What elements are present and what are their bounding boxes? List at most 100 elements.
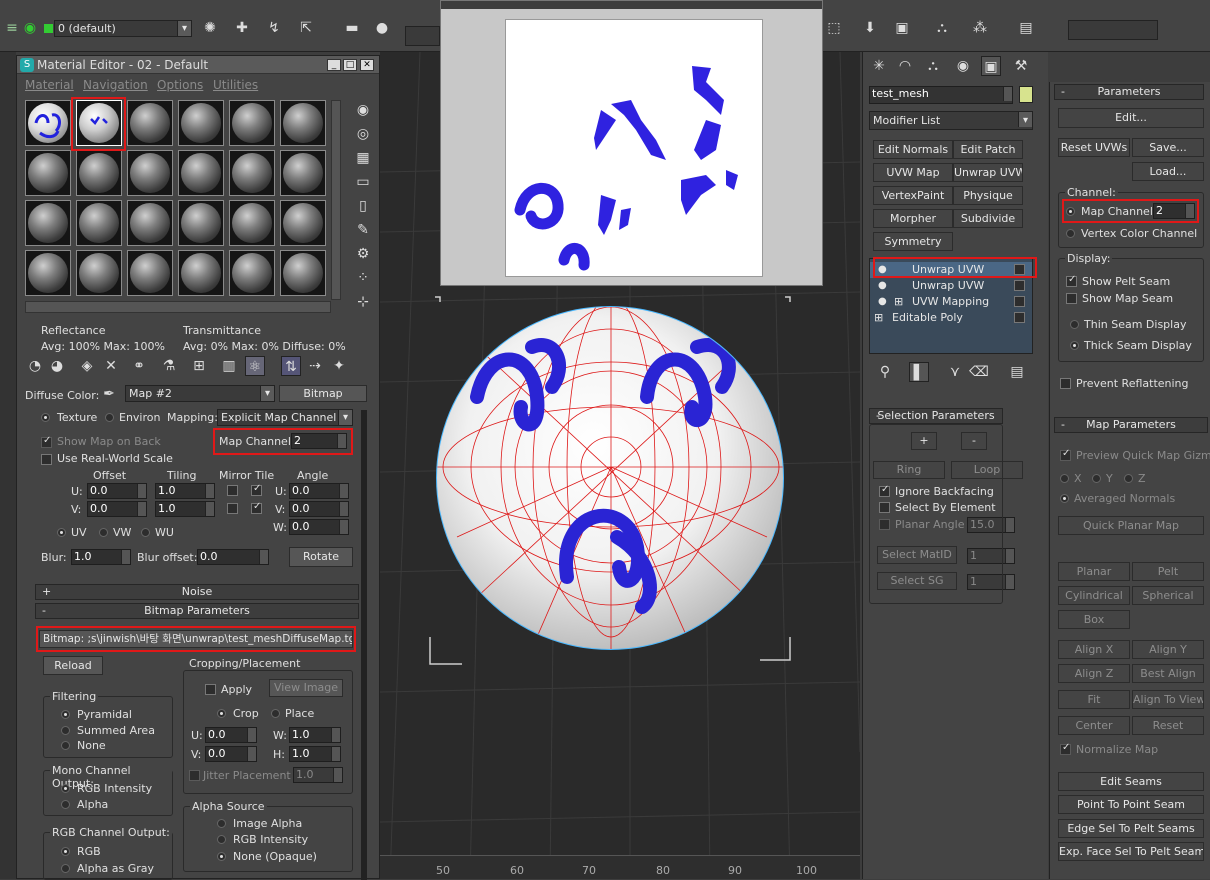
toolbar-slot[interactable] — [405, 26, 440, 46]
v-mirror-checkbox[interactable] — [227, 503, 238, 514]
bulb-icon[interactable]: ● — [878, 262, 887, 277]
options-icon[interactable]: ⚙ — [353, 244, 373, 264]
material-navigator-icon[interactable]: ⊹ — [353, 292, 373, 312]
crop-h-spinner[interactable]: 1.0 — [289, 746, 341, 762]
filter-none-radio[interactable] — [61, 741, 70, 750]
parameters-header[interactable]: - Parameters — [1054, 84, 1204, 100]
pick-material-icon[interactable]: ✦ — [329, 356, 349, 376]
u-mirror-checkbox[interactable] — [227, 485, 238, 496]
physique-button[interactable]: Physique — [953, 186, 1023, 205]
sample-slot[interactable] — [127, 100, 173, 146]
sample-slot[interactable] — [280, 250, 326, 296]
menu-utilities[interactable]: Utilities — [213, 78, 258, 92]
u-angle-spinner[interactable]: 0.0 — [289, 483, 349, 499]
sample-slot[interactable] — [127, 250, 173, 296]
v-tiling-spinner[interactable]: 1.0 — [155, 501, 215, 517]
stack-item-checkbox[interactable] — [1014, 280, 1025, 291]
align-z-button[interactable]: Align Z — [1058, 664, 1130, 683]
unwrap-map-channel-spinner[interactable]: 2 — [1153, 203, 1195, 219]
assign-material-icon[interactable]: ◈ — [77, 356, 97, 376]
show-end-result-stack-icon[interactable]: ▌ — [909, 362, 929, 382]
layer-manager-icon[interactable]: ✺ — [200, 18, 220, 38]
expand-icon[interactable]: ⊞ — [894, 294, 903, 309]
toolbar-slot-right[interactable] — [1068, 20, 1158, 40]
normalize-map-checkbox[interactable] — [1060, 742, 1071, 755]
rotate-icon[interactable]: ↯ — [264, 18, 284, 38]
maximize-button[interactable]: □ — [343, 59, 357, 71]
wu-radio[interactable] — [141, 528, 150, 537]
sample-slot[interactable] — [280, 100, 326, 146]
mapping-dropdown[interactable]: Explicit Map Channel — [217, 409, 353, 426]
crop-w-spinner[interactable]: 1.0 — [289, 727, 341, 743]
alpha-rgb-intensity-radio[interactable] — [217, 835, 226, 844]
w-angle-spinner[interactable]: 0.0 — [289, 519, 349, 535]
sample-slot[interactable] — [229, 250, 275, 296]
jitter-spinner[interactable]: 1.0 — [293, 767, 343, 783]
environ-radio[interactable] — [105, 413, 114, 422]
averaged-normals-radio[interactable] — [1060, 494, 1069, 503]
make-unique-icon[interactable]: ⚭ — [129, 356, 149, 376]
crop-v-spinner[interactable]: 0.0 — [205, 746, 257, 762]
preview-gizmo-checkbox[interactable] — [1060, 448, 1071, 461]
reload-button[interactable]: Reload — [43, 656, 103, 675]
stack-item-checkbox[interactable] — [1014, 264, 1025, 275]
map-channel-radio[interactable] — [1066, 207, 1075, 216]
align-y-button[interactable]: Align Y — [1132, 640, 1204, 659]
map-params-header[interactable]: - Map Parameters — [1054, 417, 1208, 433]
bitmap-rollout-header[interactable]: - Bitmap Parameters — [35, 603, 359, 619]
display-tab-icon[interactable]: ▣ — [981, 56, 1001, 76]
point-to-point-seam-button[interactable]: Point To Point Seam — [1058, 795, 1204, 814]
align-to-view-button[interactable]: Align To View — [1132, 690, 1204, 709]
layer-dropdown[interactable]: 0 (default) — [54, 20, 192, 37]
u-tiling-spinner[interactable]: 1.0 — [155, 483, 215, 499]
sample-slot[interactable] — [25, 250, 71, 296]
background-icon[interactable]: ▦ — [353, 148, 373, 168]
mono-alpha-radio[interactable] — [61, 800, 70, 809]
uv-radio[interactable] — [57, 528, 66, 537]
reset-map-button[interactable]: Reset — [1132, 716, 1204, 735]
show-map-seam-checkbox[interactable] — [1066, 293, 1077, 304]
sample-slot[interactable] — [25, 150, 71, 196]
sample-slot[interactable] — [76, 150, 122, 196]
rgb-radio[interactable] — [61, 847, 70, 856]
apply-checkbox[interactable] — [205, 684, 216, 695]
sample-slot[interactable] — [25, 100, 71, 146]
bulb-icon[interactable]: ● — [878, 278, 887, 293]
menu-navigation[interactable]: Navigation — [83, 78, 148, 92]
sample-slot[interactable] — [76, 250, 122, 296]
u-tile-checkbox[interactable] — [251, 483, 262, 496]
v-angle-spinner[interactable]: 0.0 — [289, 501, 349, 517]
thin-seam-radio[interactable] — [1070, 320, 1079, 329]
material-id-icon[interactable]: ⊞ — [189, 356, 209, 376]
menu-options[interactable]: Options — [157, 78, 203, 92]
stack-item-checkbox[interactable] — [1014, 312, 1025, 323]
box-button[interactable]: Box — [1058, 610, 1130, 629]
vertex-color-radio[interactable] — [1066, 229, 1075, 238]
modifier-list-dropdown[interactable]: Modifier List — [869, 111, 1033, 130]
close-button[interactable]: ✕ — [360, 59, 374, 71]
selection-params-header[interactable]: - Selection Parameters — [869, 408, 1003, 424]
sample-type-icon[interactable]: ◉ — [353, 100, 373, 120]
uv-sphere[interactable] — [436, 306, 784, 650]
sample-slot[interactable] — [280, 150, 326, 196]
morpher-button[interactable]: Morpher — [873, 209, 953, 228]
reset-map-icon[interactable]: ✕ — [101, 356, 121, 376]
select-by-material-icon[interactable]: ⁘ — [353, 268, 373, 288]
best-align-button[interactable]: Best Align — [1132, 664, 1204, 683]
exp-face-sel-button[interactable]: Exp. Face Sel To Pelt Seams — [1058, 842, 1204, 861]
put-to-library-icon[interactable]: ⚗ — [159, 356, 179, 376]
rgb-intensity-radio[interactable] — [61, 784, 70, 793]
sample-slot[interactable] — [127, 200, 173, 246]
sample-slot-active[interactable] — [76, 100, 122, 146]
map-name-dropdown[interactable]: Map #2 — [125, 385, 275, 402]
create-tab-icon[interactable]: ✳ — [869, 56, 889, 76]
show-in-viewport-icon[interactable]: ▥ — [219, 356, 239, 376]
pointer-icon[interactable]: ⇱ — [296, 18, 316, 38]
quick-planar-button[interactable]: Quick Planar Map — [1058, 516, 1204, 535]
stack-item-checkbox[interactable] — [1014, 296, 1025, 307]
save-button[interactable]: Save... — [1132, 138, 1204, 157]
jitter-checkbox[interactable] — [189, 770, 200, 781]
align-x-button[interactable]: Align X — [1058, 640, 1130, 659]
pyramidal-radio[interactable] — [61, 710, 70, 719]
show-end-result-icon[interactable]: ⚛ — [245, 356, 265, 376]
